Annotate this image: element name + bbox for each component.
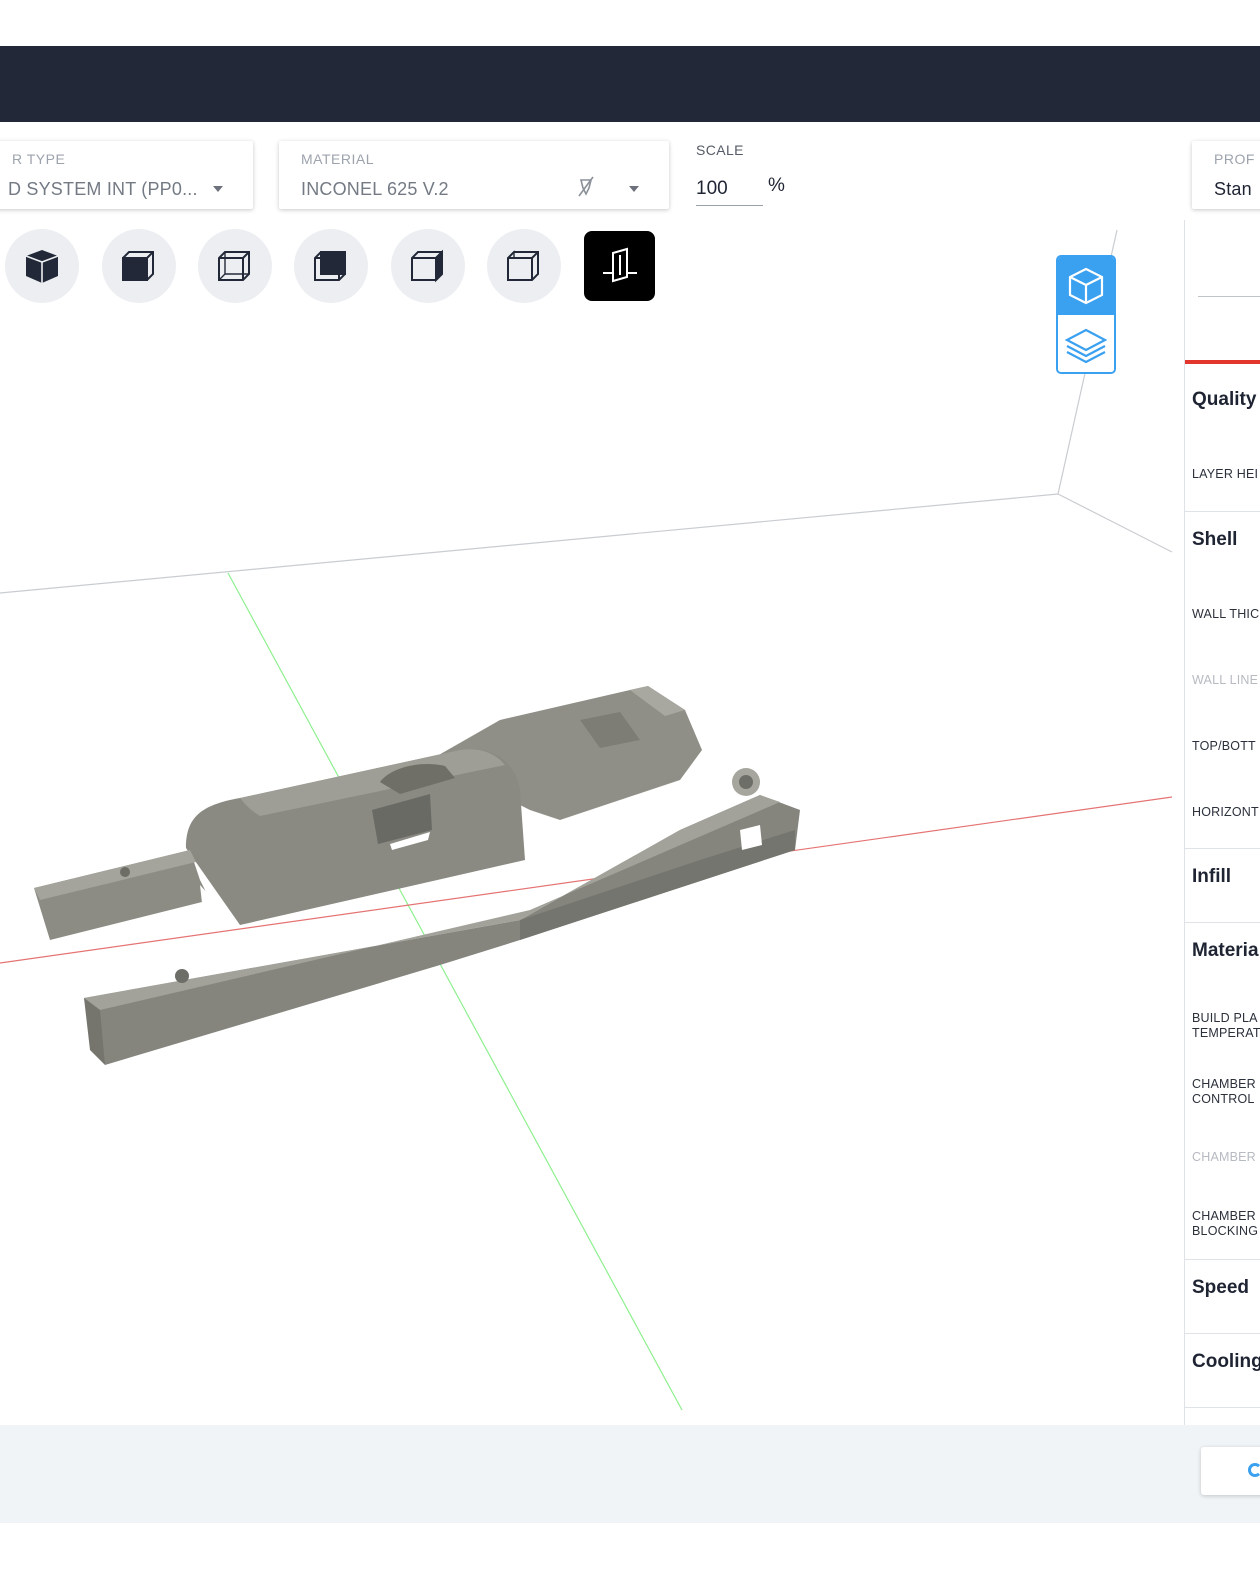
section-quality[interactable]: Quality: [1192, 389, 1256, 411]
printer-type-label: R TYPE: [12, 151, 66, 167]
printer-type-dropdown[interactable]: R TYPE D SYSTEM INT (PP0...: [0, 141, 253, 209]
settings-panel: Quality LAYER HEI Shell WALL THIC WALL L…: [1184, 220, 1260, 1425]
section-divider: [1185, 1333, 1260, 1334]
section-infill[interactable]: Infill: [1192, 866, 1231, 888]
field-chamber-control[interactable]: CHAMBER CONTROL: [1192, 1077, 1256, 1107]
layers-icon: [1064, 328, 1108, 364]
profile-value: Stan: [1214, 179, 1252, 199]
3d-viewport[interactable]: [0, 220, 1183, 1425]
section-shell[interactable]: Shell: [1192, 529, 1237, 551]
material-value: INCONEL 625 V.2: [301, 179, 449, 199]
build-volume-outline: [0, 229, 1173, 594]
printer-type-value: D SYSTEM INT (PP0...: [8, 179, 198, 199]
layer-view-button[interactable]: [1058, 316, 1114, 372]
part-model[interactable]: [34, 686, 800, 1065]
section-divider: [1185, 511, 1260, 512]
bottom-action-button[interactable]: [1201, 1447, 1260, 1495]
section-speed[interactable]: Speed: [1192, 1277, 1249, 1299]
material-label: MATERIAL: [301, 151, 374, 167]
view-mode-toggle: [1056, 255, 1116, 374]
field-wall-thickness[interactable]: WALL THIC: [1192, 607, 1259, 622]
section-cooling[interactable]: Cooling: [1192, 1351, 1260, 1373]
scale-label: SCALE: [696, 142, 744, 158]
field-chamber-blocking[interactable]: CHAMBER BLOCKING: [1192, 1209, 1258, 1239]
app-window: R TYPE D SYSTEM INT (PP0... MATERIAL INC…: [0, 0, 1260, 1575]
field-top-bottom[interactable]: TOP/BOTT: [1192, 739, 1256, 754]
chevron-down-icon: [629, 186, 639, 192]
top-navigation-bar: [0, 46, 1260, 122]
profile-dropdown[interactable]: PROF Stan: [1192, 141, 1260, 209]
model-view-button[interactable]: [1058, 257, 1114, 315]
cube-3d-icon: [1068, 267, 1104, 305]
profile-underline: [1198, 296, 1260, 297]
material-dropdown[interactable]: MATERIAL INCONEL 625 V.2: [279, 141, 669, 209]
scale-input[interactable]: [696, 172, 763, 206]
field-wall-line[interactable]: WALL LINE: [1192, 673, 1258, 688]
section-divider: [1185, 1259, 1260, 1260]
profile-label: PROF: [1214, 151, 1255, 167]
section-divider: [1185, 848, 1260, 849]
field-chamber[interactable]: CHAMBER: [1192, 1150, 1256, 1165]
section-divider: [1185, 922, 1260, 923]
field-horizontal[interactable]: HORIZONT: [1192, 805, 1259, 820]
section-material[interactable]: Materia: [1192, 940, 1259, 962]
panel-accent-bar: [1185, 360, 1260, 364]
nozzle-off-icon[interactable]: [573, 174, 599, 200]
field-build-plate-temp[interactable]: BUILD PLA TEMPERAT: [1192, 1011, 1260, 1041]
section-divider: [1185, 1407, 1260, 1408]
scale-unit: %: [768, 175, 785, 196]
loading-icon: [1248, 1463, 1260, 1477]
bottom-bar: [0, 1425, 1260, 1523]
chevron-down-icon: [213, 186, 223, 192]
field-layer-height[interactable]: LAYER HEI: [1192, 467, 1258, 482]
